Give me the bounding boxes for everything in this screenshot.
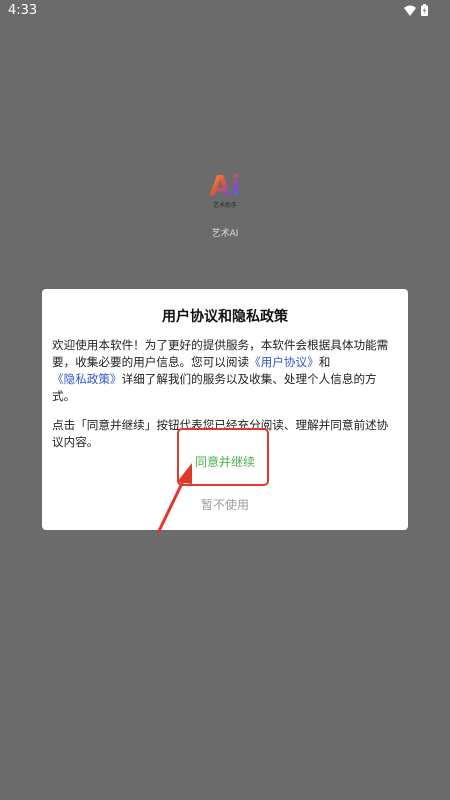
annotation-arrow-icon [156, 463, 192, 534]
